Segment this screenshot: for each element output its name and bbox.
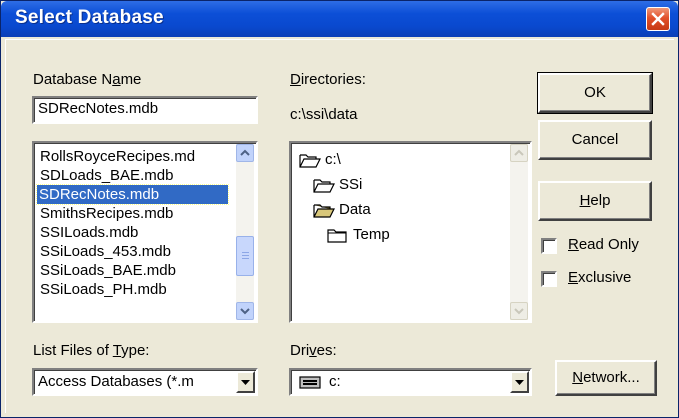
list-item[interactable]: SSiLoads_PH.mdb — [38, 280, 167, 299]
help-button[interactable]: Help — [538, 181, 652, 221]
closed-folder-icon — [327, 229, 347, 243]
drive-dropdown-button[interactable] — [510, 371, 529, 393]
window-title: Select Database — [15, 7, 164, 28]
drive-select[interactable]: c: — [289, 368, 532, 396]
list-item-selected[interactable]: SDRecNotes.mdb — [36, 184, 229, 205]
database-file-list[interactable]: RollsRoyceRecipes.md SDLoads_BAE.mdb SDR… — [32, 141, 258, 323]
drive-icon — [299, 376, 321, 389]
open-folder-selected-icon — [313, 204, 335, 218]
ok-button[interactable]: OK — [537, 72, 653, 114]
cancel-button[interactable]: Cancel — [538, 120, 652, 160]
drives-label: Drives: — [290, 342, 337, 359]
scroll-down-button[interactable] — [510, 302, 528, 320]
chevron-up-icon — [514, 149, 524, 156]
list-item[interactable]: SmithsRecipes.mdb — [38, 204, 173, 223]
select-database-dialog: Select Database Database Name SDRecNotes… — [0, 0, 679, 418]
file-type-select[interactable]: Access Databases (*.m — [32, 368, 258, 396]
file-type-dropdown-button[interactable] — [236, 371, 255, 393]
list-item[interactable]: SSiLoads_BAE.mdb — [38, 261, 176, 280]
list-item[interactable]: RollsRoyceRecipes.md — [38, 147, 195, 166]
current-directory-path: c:\ssi\data — [290, 106, 358, 123]
file-type-value: Access Databases (*.m — [38, 373, 194, 390]
database-name-value: SDRecNotes.mdb — [38, 100, 159, 117]
chevron-down-icon — [241, 380, 250, 385]
read-only-checkbox[interactable] — [541, 238, 557, 254]
exclusive-label[interactable]: Exclusive — [568, 269, 631, 286]
file-list-scrollbar[interactable] — [236, 144, 254, 320]
list-item[interactable]: SDLoads_BAE.mdb — [38, 166, 173, 185]
title-bar[interactable]: Select Database — [1, 1, 678, 37]
file-type-label: List Files of Type: — [33, 342, 150, 359]
scroll-up-button[interactable] — [510, 144, 528, 162]
close-button[interactable] — [646, 7, 670, 31]
close-icon — [651, 12, 665, 26]
scroll-thumb[interactable] — [236, 236, 254, 276]
network-button[interactable]: Network... — [555, 360, 657, 396]
chevron-down-icon — [514, 308, 524, 315]
chevron-down-icon — [240, 308, 250, 315]
scroll-down-button[interactable] — [236, 302, 254, 320]
dialog-body: Database Name SDRecNotes.mdb RollsRoyceR… — [5, 39, 674, 413]
exclusive-checkbox[interactable] — [541, 271, 557, 287]
open-folder-icon — [313, 179, 335, 193]
drive-value: c: — [329, 373, 341, 390]
directories-label: Directories: — [290, 71, 366, 88]
chevron-down-icon — [515, 380, 524, 385]
chevron-up-icon — [240, 149, 250, 156]
read-only-label[interactable]: Read Only — [568, 236, 639, 253]
open-folder-icon — [299, 154, 321, 168]
scroll-up-button[interactable] — [236, 144, 254, 162]
database-name-input[interactable]: SDRecNotes.mdb — [32, 96, 258, 124]
database-name-label: Database Name — [33, 71, 142, 88]
directory-tree[interactable]: c:\ SSi Data Temp — [289, 141, 532, 323]
list-item[interactable]: SSiLoads_453.mdb — [38, 242, 171, 261]
list-item[interactable]: SSILoads.mdb — [38, 223, 138, 242]
directory-scrollbar[interactable] — [510, 144, 528, 320]
